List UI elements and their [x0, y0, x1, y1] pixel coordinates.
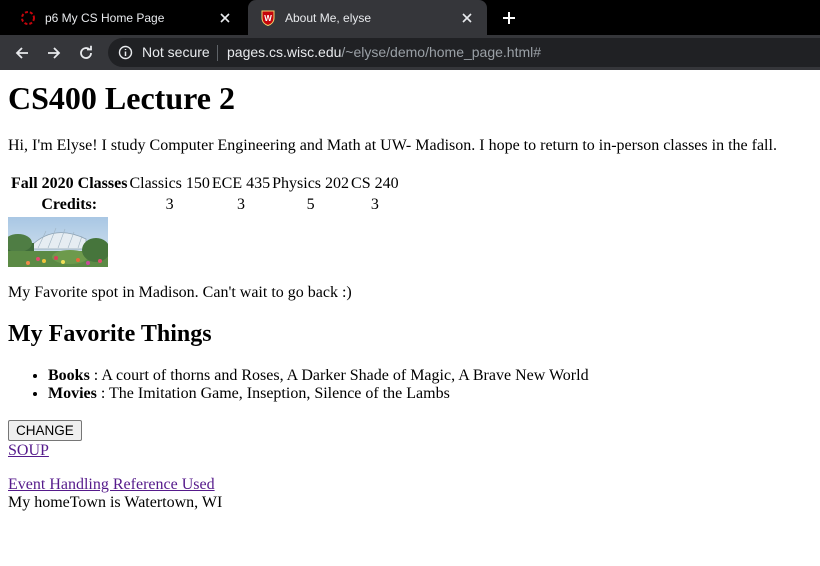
url-path: /~elyse/demo/home_page.html#	[341, 44, 542, 60]
change-button[interactable]: CHANGE	[8, 420, 82, 441]
intro-paragraph: Hi, I'm Elyse! I study Computer Engineer…	[8, 137, 777, 154]
table-cell: 3	[165, 196, 174, 213]
page-content: CS400 Lecture 2 Hi, I'm Elyse! I study C…	[0, 70, 820, 566]
photo-caption: My Favorite spot in Madison. Can't wait …	[8, 284, 352, 301]
table-cell: ECE 435	[211, 175, 271, 192]
reload-button[interactable]	[74, 41, 98, 65]
table-cell: Classics 150	[129, 175, 210, 192]
back-button[interactable]	[10, 41, 34, 65]
url-text[interactable]: pages.cs.wisc.edu/~elyse/demo/home_page.…	[227, 44, 541, 60]
table-row-header: Fall 2020 Classes	[11, 175, 128, 192]
info-icon[interactable]	[118, 45, 133, 60]
tab-about-me[interactable]: W About Me, elyse	[248, 0, 487, 35]
svg-text:W: W	[264, 14, 272, 23]
uw-crest-icon: W	[260, 10, 276, 26]
page-title: CS400 Lecture 2	[8, 80, 235, 116]
list-item-value: : A court of thorns and Roses, A Darker …	[89, 367, 589, 384]
conservatory-photo	[8, 217, 108, 267]
list-item-label: Movies	[48, 385, 97, 402]
classes-table: Fall 2020 Classes Classics 150 ECE 435 P…	[10, 173, 400, 215]
list-item-value: : The Imitation Game, Inseption, Silence…	[96, 385, 450, 402]
url-host: pages.cs.wisc.edu	[227, 44, 342, 60]
arrow-left-icon	[15, 47, 28, 59]
table-cell: 3	[237, 196, 246, 213]
table-row: Credits: 3 3 5 3	[10, 194, 400, 215]
close-icon[interactable]	[459, 10, 475, 26]
new-tab-button[interactable]	[499, 8, 519, 28]
soup-link[interactable]: SOUP	[8, 441, 49, 460]
reload-icon	[80, 45, 92, 59]
hometown-text: My homeTown is Watertown, WI	[8, 494, 223, 511]
table-cell: 5	[306, 196, 315, 213]
list-item: Movies : The Imitation Game, Inseption, …	[48, 385, 589, 403]
browser-toolbar: Not secure pages.cs.wisc.edu/~elyse/demo…	[0, 35, 820, 70]
table-cell: CS 240	[351, 175, 399, 192]
forward-button[interactable]	[42, 41, 66, 65]
plus-icon	[503, 12, 515, 24]
tab-title: About Me, elyse	[285, 10, 372, 25]
favorites-list: Books : A court of thorns and Roses, A D…	[8, 367, 589, 403]
tab-strip: p6 My CS Home Page W About Me, elyse	[0, 0, 820, 35]
divider	[217, 45, 218, 61]
list-item: Books : A court of thorns and Roses, A D…	[48, 367, 589, 385]
arrow-right-icon	[48, 47, 61, 59]
close-icon[interactable]	[217, 10, 233, 26]
list-item-label: Books	[48, 367, 90, 384]
table-cell: Physics 202	[272, 175, 350, 192]
address-bar[interactable]: Not secure pages.cs.wisc.edu/~elyse/demo…	[108, 38, 820, 67]
favorites-heading: My Favorite Things	[8, 321, 212, 347]
table-cell: 3	[370, 196, 379, 213]
loading-ring-icon	[20, 10, 36, 26]
event-handling-reference-link[interactable]: Event Handling Reference Used	[8, 475, 215, 494]
tab-p6-home[interactable]: p6 My CS Home Page	[8, 0, 245, 35]
tab-title: p6 My CS Home Page	[45, 10, 165, 25]
security-label[interactable]: Not secure	[142, 44, 210, 60]
table-row: Fall 2020 Classes Classics 150 ECE 435 P…	[10, 173, 400, 194]
table-row-header: Credits:	[41, 196, 98, 213]
